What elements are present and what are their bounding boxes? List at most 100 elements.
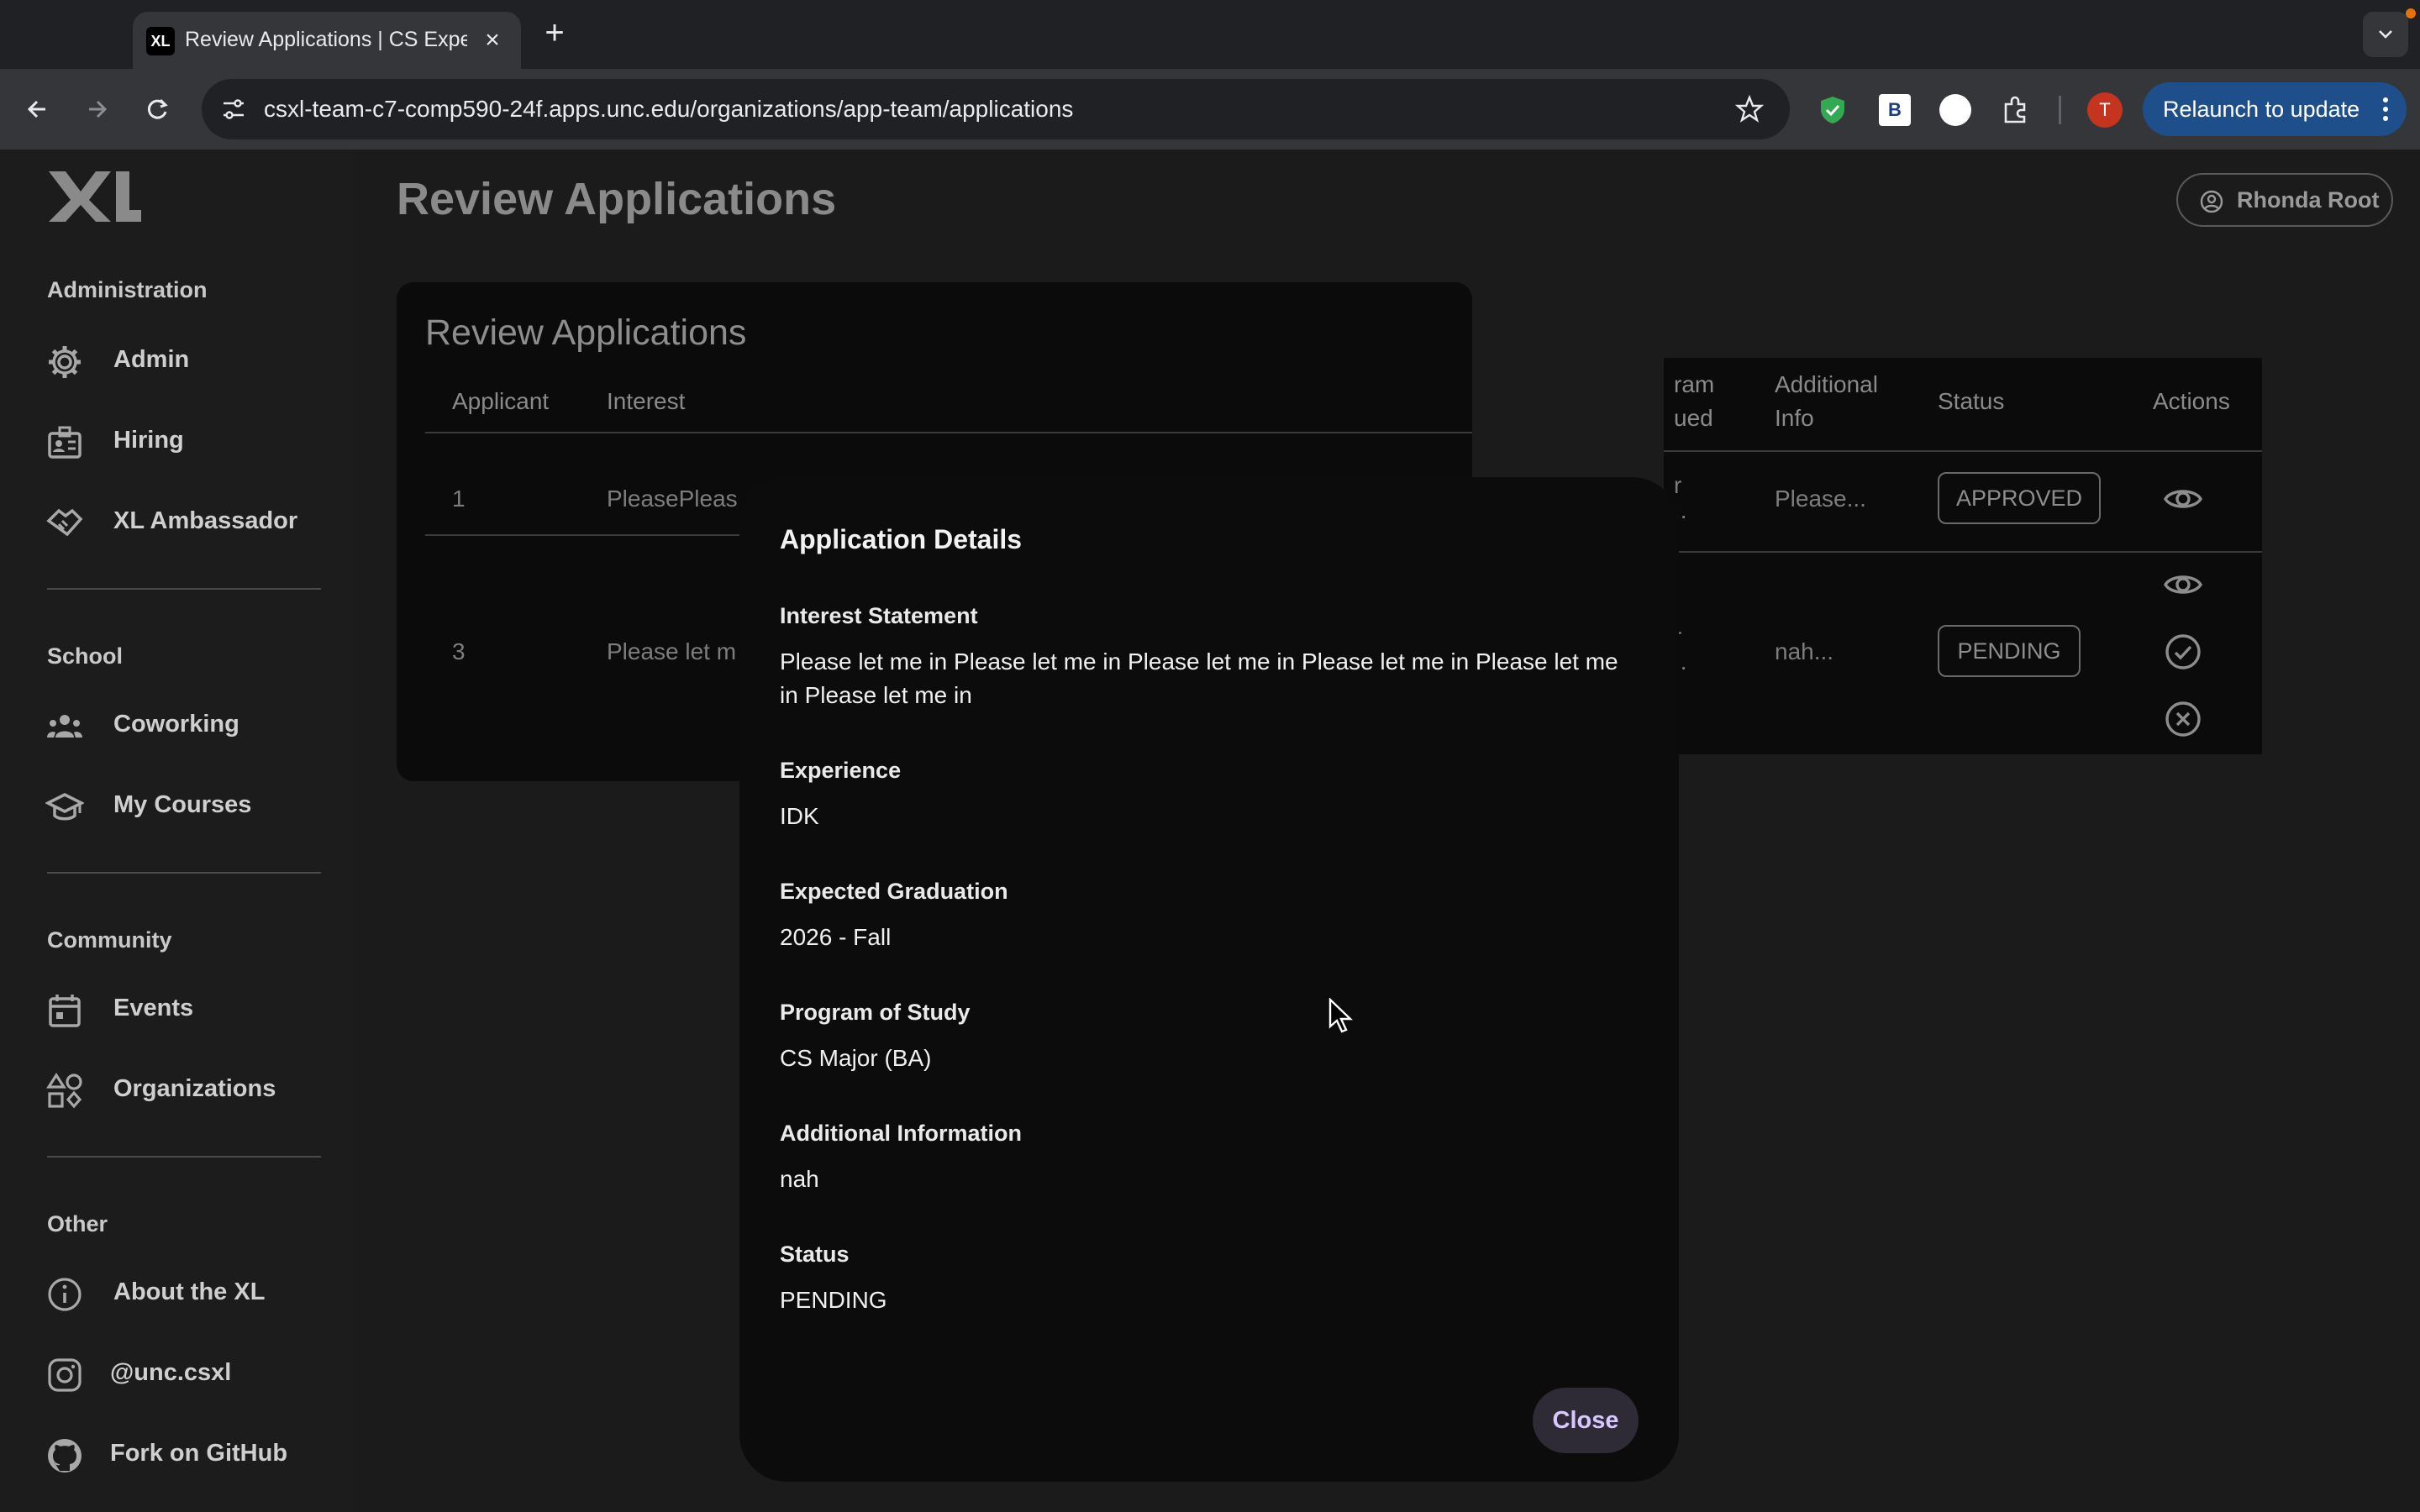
header-divider [1664, 450, 2262, 452]
check-circle-icon[interactable] [2163, 632, 2203, 672]
sidebar-item-admin[interactable]: Admin [45, 334, 331, 385]
sidebar-item-label: About the XL [113, 1278, 266, 1305]
graduation-cap-icon [45, 793, 84, 821]
instagram-icon [48, 1358, 82, 1392]
sidebar-section-administration: Administration [47, 277, 208, 302]
field-label-graduation: Expected Graduation [780, 879, 1008, 904]
header-additional-line1[interactable]: Additional [1775, 368, 1878, 402]
sidebar-item-label: Fork on GitHub [110, 1440, 288, 1467]
field-value-experience: IDK [780, 803, 819, 829]
shield-extension-icon[interactable] [1817, 94, 1849, 126]
header-program-line2: ued [1674, 405, 1713, 431]
browser-tab-active[interactable]: XL Review Applications | CS Experience L… [133, 12, 521, 69]
b-extension-icon[interactable]: B [1879, 94, 1911, 126]
address-bar[interactable]: csxl-team-c7-comp590-24f.apps.unc.edu/or… [202, 79, 1790, 139]
field-value-additional: nah [780, 1166, 819, 1192]
status-badge: PENDING [1938, 625, 2081, 677]
sidebar-section-community: Community [47, 927, 172, 953]
eye-icon[interactable] [2163, 564, 2203, 605]
bookmark-star-icon[interactable] [1733, 92, 1766, 126]
sidebar-item-xl-ambassador[interactable]: XL Ambassador [45, 496, 331, 546]
sidebar-item-label: Coworking [113, 711, 239, 738]
arrow-left-icon [27, 100, 45, 118]
status-badge: APPROVED [1938, 472, 2101, 524]
extensions-puzzle-icon[interactable] [2000, 94, 2032, 126]
xl-favicon-icon: XL [146, 27, 175, 55]
cell-additional: nah... [1775, 638, 1834, 664]
calendar-icon [49, 995, 81, 1027]
cancel-circle-icon[interactable] [2163, 699, 2203, 739]
sidebar-divider [47, 872, 321, 874]
sidebar-divider [47, 1156, 321, 1158]
sidebar-item-label: Hiring [113, 427, 184, 454]
header-status[interactable]: Status [1938, 385, 2004, 418]
sidebar-item-organizations[interactable]: Organizations [45, 1063, 331, 1114]
user-profile-button[interactable]: Rhonda Root [2176, 173, 2393, 227]
tab-search-button[interactable] [2363, 12, 2408, 57]
xl-logo-icon[interactable] [45, 168, 143, 225]
row-divider [1664, 551, 2262, 553]
sidebar-item-my-courses[interactable]: My Courses [45, 780, 331, 830]
tab-close-icon[interactable]: × [477, 26, 508, 56]
forward-button[interactable] [76, 88, 118, 130]
sidebar-section-other: Other [47, 1211, 108, 1236]
sidebar-item-label: @unc.csxl [110, 1359, 232, 1386]
sidebar-item-github[interactable]: Fork on GitHub [45, 1428, 331, 1478]
field-value-graduation: 2026 - Fall [780, 924, 892, 950]
header-interest[interactable]: Interest [607, 385, 685, 418]
badge-icon [48, 426, 82, 459]
category-icon [46, 1073, 82, 1109]
toolbar-separator [2059, 96, 2061, 124]
relaunch-to-update-button[interactable]: Relaunch to update [2143, 82, 2407, 136]
page-title: Review Applications [397, 174, 837, 224]
browser-toolbar: csxl-team-c7-comp590-24f.apps.unc.edu/or… [0, 69, 2420, 150]
cell-applicant: 1 [452, 486, 466, 512]
sidebar-item-instagram[interactable]: @unc.csxl [45, 1347, 331, 1398]
update-indicator-dot [2406, 8, 2416, 18]
header-program-line1: ram [1674, 371, 1715, 397]
reload-button[interactable] [136, 88, 178, 130]
dialog-title: Application Details [780, 524, 1023, 554]
cell-interest: PleasePleas [607, 486, 738, 512]
sidebar-item-label: Admin [113, 346, 190, 373]
sidebar-item-label: My Courses [113, 791, 252, 818]
group-icon [47, 715, 82, 738]
url-text[interactable]: csxl-team-c7-comp590-24f.apps.unc.edu/or… [264, 79, 1073, 139]
profile-avatar[interactable]: T [2087, 92, 2123, 128]
sidebar: Administration Admin Hiring XL Ambassado… [0, 150, 353, 1512]
sidebar-section-school: School [47, 643, 124, 669]
sidebar-item-hiring[interactable]: Hiring [45, 415, 331, 465]
sidebar-divider [47, 588, 321, 590]
close-button[interactable]: Close [1533, 1388, 1639, 1453]
field-value-status: PENDING [780, 1287, 887, 1313]
cell-additional: Please... [1775, 486, 1866, 512]
arrow-right-icon [89, 100, 108, 118]
gear-icon [49, 346, 81, 378]
tab-title: Review Applications | CS Experience Labs [185, 28, 467, 51]
eye-icon[interactable] [2163, 479, 2203, 519]
applications-table-right: ram ued Additional Info Status Actions r… [1664, 358, 2262, 754]
circle-extension-icon[interactable] [1939, 94, 1971, 126]
field-label-experience: Experience [780, 758, 902, 783]
user-name: Rhonda Root [2237, 187, 2380, 213]
cell-interest: Please let m [607, 638, 737, 664]
mouse-cursor-icon [1328, 998, 1353, 1033]
field-value-interest: Please let me in Please let me in Please… [780, 648, 1618, 708]
browser-tab-strip: XL Review Applications | CS Experience L… [0, 0, 2420, 69]
field-label-interest: Interest Statement [780, 603, 978, 628]
field-label-additional: Additional Information [780, 1121, 1022, 1146]
sidebar-item-coworking[interactable]: Coworking [45, 699, 331, 749]
new-tab-button[interactable]: + [538, 15, 571, 52]
sidebar-item-label: Events [113, 995, 194, 1021]
sidebar-item-events[interactable]: Events [45, 983, 331, 1033]
card-title: Review Applications [425, 312, 747, 353]
header-actions: Actions [2153, 388, 2230, 414]
handshake-icon [46, 508, 83, 537]
header-applicant[interactable]: Applicant [452, 385, 549, 418]
header-additional-line2[interactable]: Info [1775, 402, 1814, 435]
site-settings-icon[interactable] [217, 92, 250, 126]
back-button[interactable] [17, 88, 59, 130]
sidebar-item-label: Organizations [113, 1075, 276, 1102]
kebab-menu-icon [2383, 97, 2388, 121]
sidebar-item-about[interactable]: About the XL [45, 1267, 331, 1317]
